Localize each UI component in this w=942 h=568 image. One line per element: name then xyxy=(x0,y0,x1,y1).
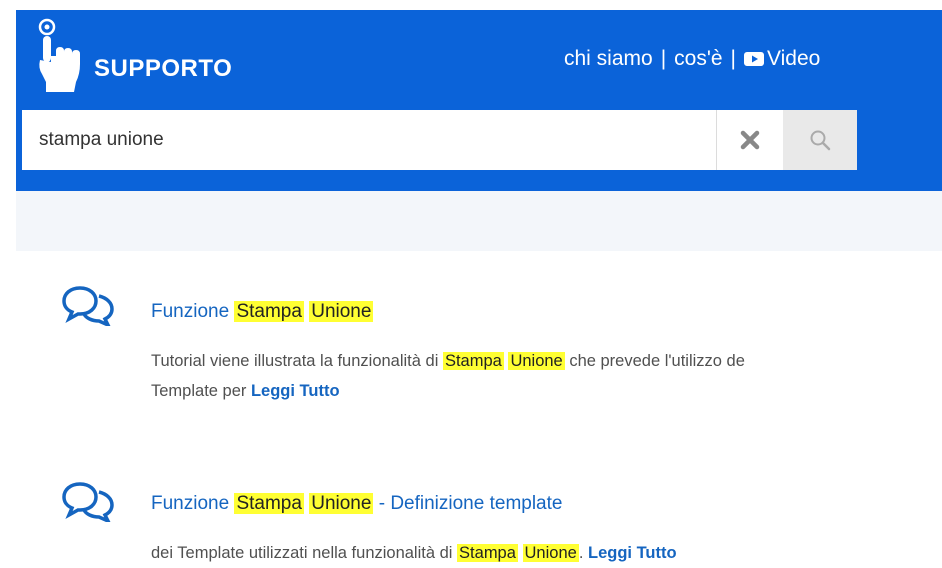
result-title-suffix: - Definizione template xyxy=(373,493,563,514)
search-icon xyxy=(810,130,831,151)
top-navigation: chi siamo | cos'è | Video xyxy=(564,47,820,71)
touch-hand-icon xyxy=(38,18,80,92)
nav-link-cos-e[interactable]: cos'è xyxy=(674,47,722,71)
filter-band xyxy=(16,191,942,251)
highlight-term: Stampa xyxy=(457,544,518,562)
result-description: Tutorial viene illustrata la funzionalit… xyxy=(151,346,942,406)
highlight-term: Stampa xyxy=(234,301,304,322)
video-play-icon xyxy=(744,52,765,66)
result-desc-text: che prevede l'utilizzo de xyxy=(564,352,745,370)
search-input[interactable] xyxy=(22,110,716,170)
read-more-link[interactable]: Leggi Tutto xyxy=(251,382,340,400)
nav-link-video[interactable]: Video xyxy=(744,47,820,71)
highlight-term: Unione xyxy=(508,352,565,370)
result-title-prefix: Funzione xyxy=(151,301,235,322)
result-desc-text: Tutorial viene illustrata la funzionalit… xyxy=(151,352,443,370)
result-desc-text: dei Template utilizzati nella funzionali… xyxy=(151,544,458,562)
nav-separator: | xyxy=(730,47,737,70)
chat-bubbles-icon xyxy=(62,286,114,326)
clear-search-button[interactable] xyxy=(716,110,783,170)
nav-link-video-label: Video xyxy=(767,47,821,70)
result-desc-text: . xyxy=(578,544,588,562)
nav-separator: | xyxy=(660,47,667,70)
highlight-term: Unione xyxy=(309,493,374,514)
header: SUPPORTO chi siamo | cos'è | Video xyxy=(16,10,942,191)
highlight-term: Stampa xyxy=(442,352,504,370)
highlight-term: Unione xyxy=(309,301,374,322)
result-title-link[interactable]: Funzione Stampa Unione xyxy=(151,301,374,323)
result-description: dei Template utilizzati nella funzionali… xyxy=(151,538,942,568)
chat-bubbles-icon xyxy=(62,482,114,522)
search-button[interactable] xyxy=(783,110,857,170)
read-more-link[interactable]: Leggi Tutto xyxy=(588,544,677,562)
search-bar xyxy=(22,110,857,170)
close-icon xyxy=(740,130,760,150)
brand-title: SUPPORTO xyxy=(94,55,233,82)
result-title-prefix: Funzione xyxy=(151,493,235,514)
result-desc-text: Template per xyxy=(151,382,251,400)
highlight-term: Stampa xyxy=(234,493,304,514)
highlight-term: Unione xyxy=(522,544,579,562)
result-title-link[interactable]: Funzione Stampa Unione - Definizione tem… xyxy=(151,493,562,515)
nav-link-chi-siamo[interactable]: chi siamo xyxy=(564,47,653,71)
